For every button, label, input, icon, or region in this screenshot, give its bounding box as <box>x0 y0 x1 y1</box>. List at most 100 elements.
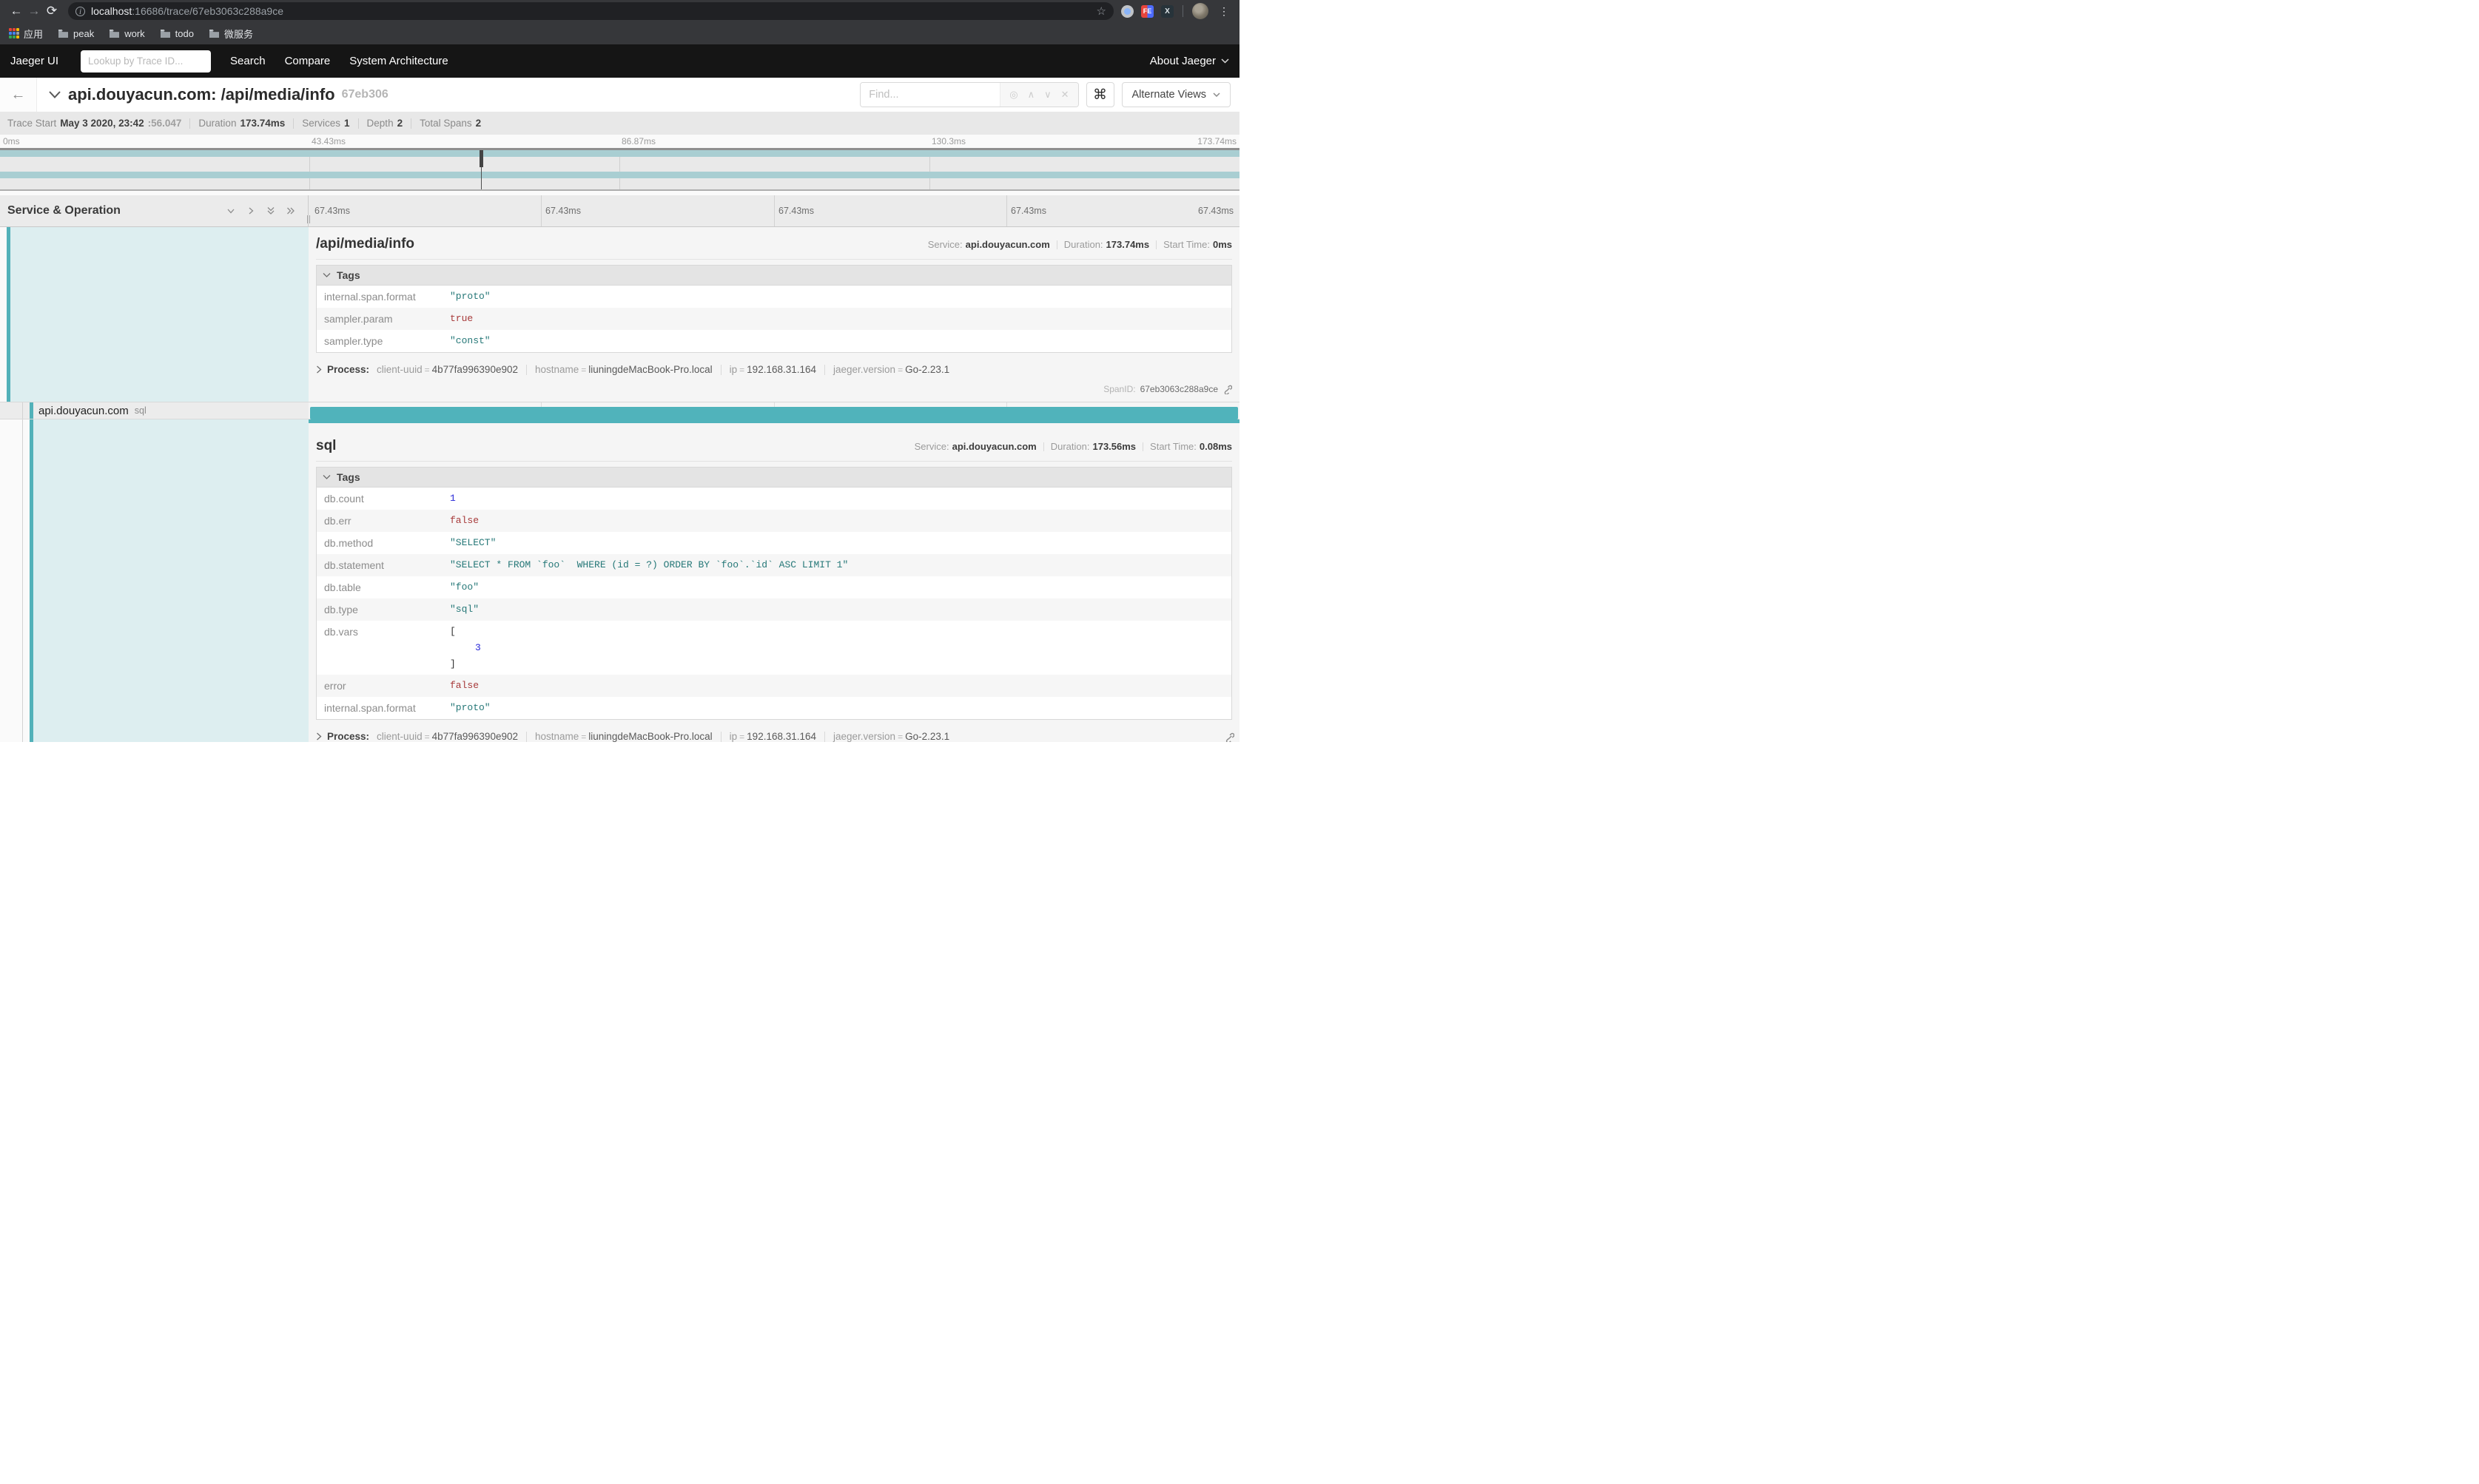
process-label: Process: <box>327 364 369 375</box>
tag-key: sampler.param <box>317 308 443 330</box>
sql-span-bar[interactable] <box>310 407 1238 419</box>
tag-value: "foo" <box>443 576 1231 598</box>
folder-icon <box>58 29 69 38</box>
tag-row: db.table "foo" <box>317 576 1231 598</box>
span-row-name-cell[interactable]: api.douyacun.com sql <box>0 402 309 419</box>
services-value: 1 <box>344 118 350 129</box>
process-pair: client-uuid=4b77fa996390e902 <box>377 364 518 375</box>
about-jaeger-menu[interactable]: About Jaeger <box>1150 55 1229 67</box>
bookmark-folder-microservice[interactable]: 微服务 <box>209 27 253 41</box>
bookmark-star-icon[interactable]: ☆ <box>1097 4 1106 18</box>
span2-process-header[interactable]: Process: client-uuid=4b77fa996390e902 ho… <box>316 731 1232 742</box>
minimap-span-bar <box>0 172 1240 178</box>
spanid-label: SpanID: <box>1103 384 1135 394</box>
collapse-all-icon[interactable] <box>266 206 276 216</box>
tag-key: internal.span.format <box>317 286 443 308</box>
tag-key: sampler.type <box>317 330 443 352</box>
tag-row-db-vars: db.vars [3] <box>317 621 1231 675</box>
trace-stats-bar: Trace Start May 3 2020, 23:42:56.047 Dur… <box>0 112 1240 135</box>
focus-match-icon[interactable]: ◎ <box>1009 89 1018 101</box>
nav-item-system-architecture[interactable]: System Architecture <box>349 55 448 67</box>
bookmark-apps[interactable]: 应用 <box>9 27 43 41</box>
tag-row: db.statement "SELECT * FROM `foo` WHERE … <box>317 554 1231 576</box>
services-label: Services <box>302 118 340 129</box>
find-input[interactable] <box>861 83 1000 107</box>
browser-menu-icon[interactable]: ⋮ <box>1216 5 1232 18</box>
extension-circle-icon[interactable] <box>1121 5 1134 18</box>
stat-divider <box>189 118 190 129</box>
tags-title: Tags <box>337 471 360 483</box>
collapse-one-icon[interactable] <box>226 206 236 216</box>
timeline-header-row: Service & Operation 67.43ms 67.43ms 67.4… <box>0 195 1240 227</box>
tick-label: 43.43ms <box>312 136 346 146</box>
stat-divider <box>293 118 294 129</box>
browser-reload-icon[interactable]: ⟳ <box>43 4 61 18</box>
indent-guide <box>22 423 23 742</box>
span2-operation-name: sql <box>316 438 336 454</box>
process-pair: ip=192.168.31.164 <box>730 731 816 742</box>
tag-key: db.vars <box>317 621 443 675</box>
tag-key: db.err <box>317 510 443 532</box>
keyboard-shortcuts-button[interactable]: ⌘ <box>1086 82 1114 107</box>
trace-id-short: 67eb306 <box>342 88 388 101</box>
tag-key: error <box>317 675 443 697</box>
expand-one-icon[interactable] <box>246 206 256 216</box>
trace-timeline-body: /api/media/info Service:api.douyacun.com… <box>0 227 1240 742</box>
total-spans-value: 2 <box>476 118 482 129</box>
browser-back-icon[interactable]: ← <box>7 4 25 18</box>
browser-forward-icon[interactable]: → <box>25 4 43 18</box>
trace-id-lookup-input[interactable] <box>81 50 211 72</box>
tag-row: sampler.param true <box>317 308 1231 330</box>
duration-value: 173.74ms <box>240 118 285 129</box>
bookmark-label: 微服务 <box>224 27 253 41</box>
depth-value: 2 <box>397 118 403 129</box>
span-row-sql[interactable]: api.douyacun.com sql <box>0 402 1240 419</box>
nav-item-compare[interactable]: Compare <box>285 55 331 67</box>
nav-item-search[interactable]: Search <box>230 55 266 67</box>
trace-start-label: Trace Start <box>7 118 56 129</box>
link-icon[interactable] <box>1222 385 1232 394</box>
prev-match-icon[interactable]: ∧ <box>1028 89 1035 101</box>
tag-key: internal.span.format <box>317 697 443 719</box>
expand-all-icon[interactable] <box>286 206 296 216</box>
process-label: Process: <box>327 731 369 742</box>
tag-row: db.err false <box>317 510 1231 532</box>
apps-grid-icon <box>9 28 19 38</box>
profile-avatar[interactable] <box>1192 3 1208 19</box>
clear-find-icon[interactable]: ✕ <box>1061 89 1069 101</box>
minimap-scrubber-handle[interactable] <box>480 150 483 167</box>
tag-value: [3] <box>443 621 1231 675</box>
tag-row: db.method "SELECT" <box>317 532 1231 554</box>
span2-tags-header[interactable]: Tags <box>316 467 1232 488</box>
bookmark-folder-todo[interactable]: todo <box>160 28 194 39</box>
tag-value: "proto" <box>443 697 1231 719</box>
tag-value: false <box>443 510 1231 532</box>
bookmark-label: work <box>124 28 144 39</box>
span-row-timeline-cell[interactable] <box>309 402 1240 419</box>
address-bar[interactable]: i localhost:16686/trace/67eb3063c288a9ce… <box>68 2 1114 20</box>
duration-label: Duration <box>198 118 236 129</box>
span1-process-header[interactable]: Process: client-uuid=4b77fa996390e902 ho… <box>316 364 1232 375</box>
ruler-gridline <box>774 195 775 226</box>
bookmark-folder-peak[interactable]: peak <box>58 28 94 39</box>
link-icon[interactable] <box>1224 732 1234 742</box>
back-button[interactable]: ← <box>0 78 37 112</box>
span2-tags-accordion: Tags db.count 1 db.err false db.method "… <box>316 467 1232 720</box>
bookmark-folder-work[interactable]: work <box>109 28 144 39</box>
chevron-right-icon <box>316 732 322 741</box>
span1-tags-header[interactable]: Tags <box>316 265 1232 286</box>
next-match-icon[interactable]: ∨ <box>1044 89 1052 101</box>
depth-label: Depth <box>367 118 394 129</box>
jaeger-brand-link[interactable]: Jaeger UI <box>10 55 58 67</box>
process-pair: hostname=liuningdeMacBook-Pro.local <box>535 364 713 375</box>
extension-fe-icon[interactable]: FE <box>1141 5 1154 18</box>
collapse-trace-chevron-icon[interactable] <box>49 91 61 98</box>
tag-value: "sql" <box>443 598 1231 621</box>
extension-x-icon[interactable]: X <box>1161 5 1174 18</box>
alternate-views-button[interactable]: Alternate Views <box>1122 82 1231 107</box>
span2-meta: Service:api.douyacun.com Duration:173.56… <box>915 441 1232 452</box>
site-info-icon[interactable]: i <box>75 7 85 16</box>
ruler-tick-label: 67.43ms <box>1198 206 1234 216</box>
tick-label: 0ms <box>3 136 20 146</box>
minimap-canvas[interactable] <box>0 148 1240 191</box>
